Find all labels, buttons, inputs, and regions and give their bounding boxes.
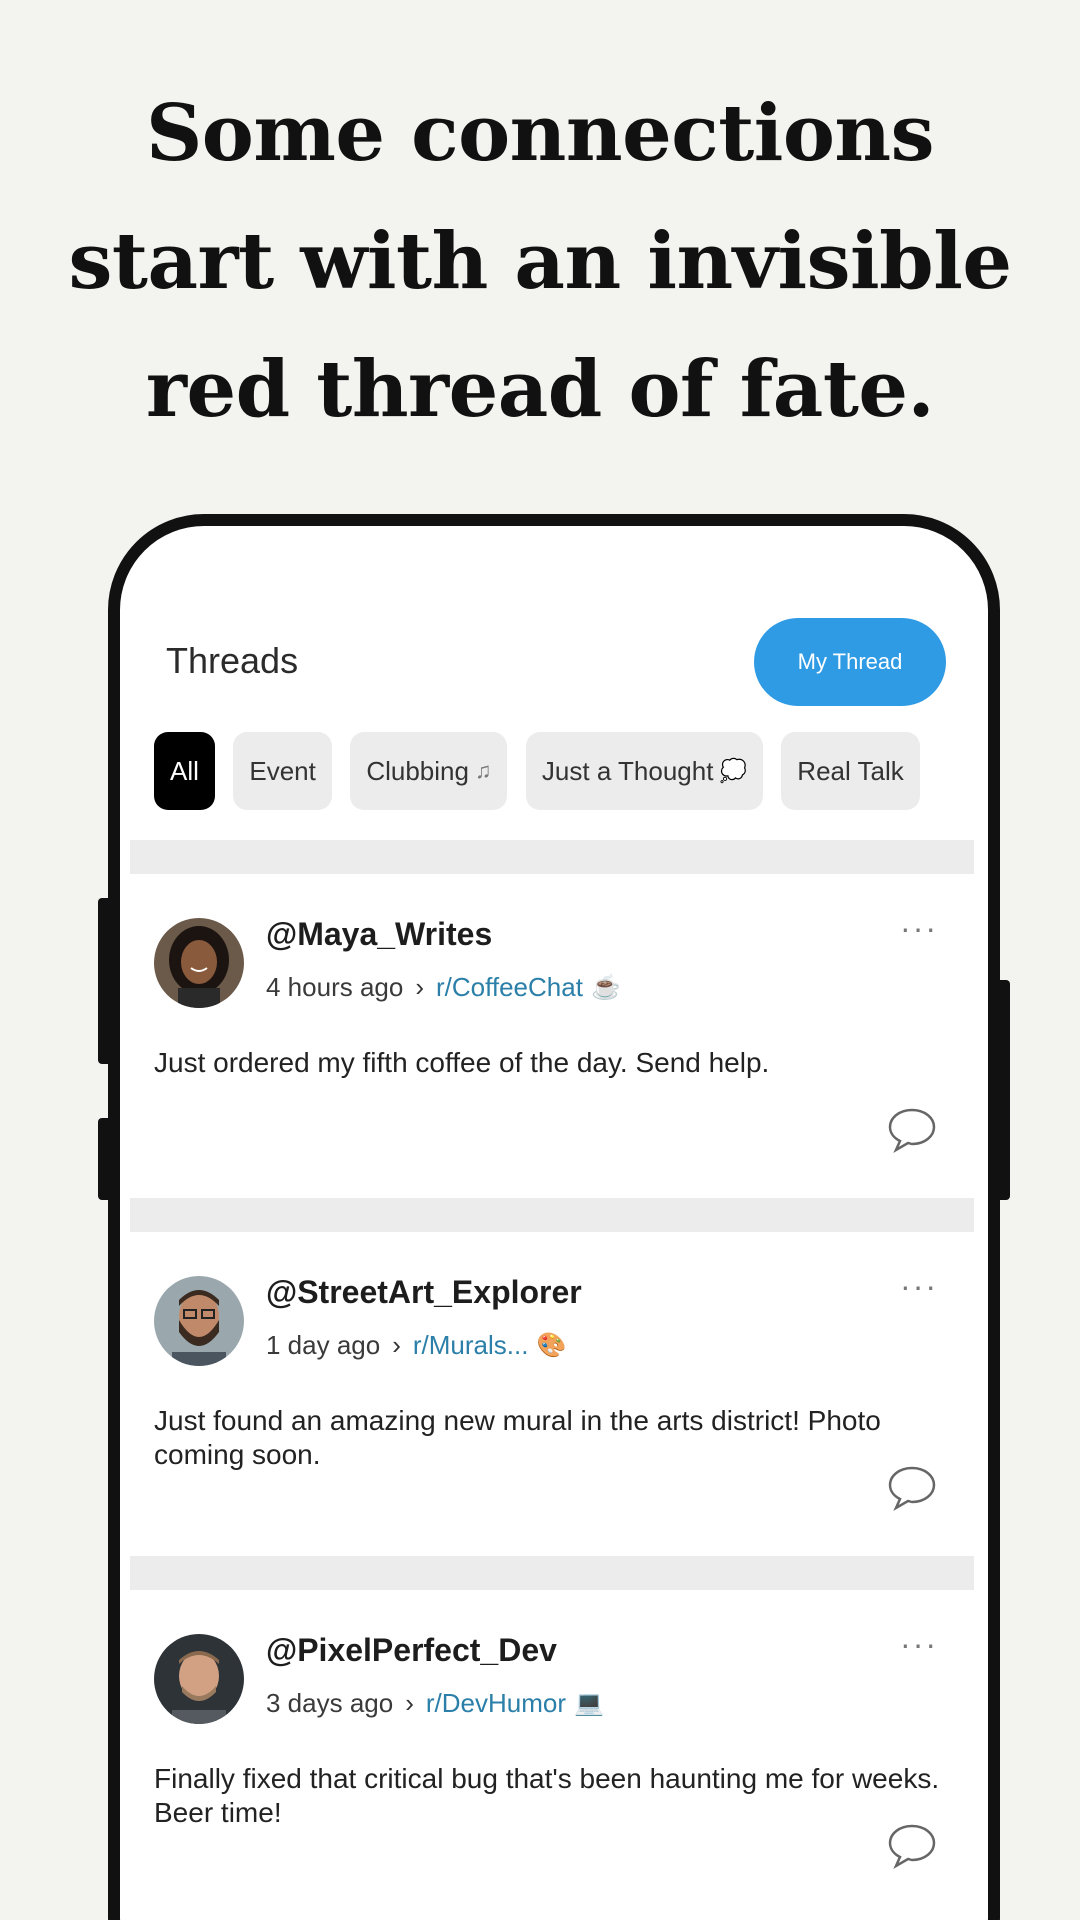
more-options-icon[interactable]: ··· (900, 910, 938, 947)
laptop-emoji-icon: 💻 (574, 1690, 604, 1717)
post-body: Just found an amazing new mural in the a… (154, 1405, 881, 1470)
headline-line-3: red thread of fate. (145, 344, 935, 435)
avatar[interactable] (154, 1634, 244, 1724)
post-meta: 3 days ago › r/DevHumor 💻 (266, 1688, 604, 1719)
coffee-emoji-icon: ☕ (590, 974, 621, 1001)
filter-chips: All Event Clubbing ♫ Just a Thought 💭 Re… (130, 732, 974, 840)
music-notes-icon: ♫ (474, 758, 492, 783)
filter-chip-clubbing[interactable]: Clubbing ♫ (350, 732, 508, 810)
post-meta: 1 day ago › r/Murals... 🎨 (266, 1330, 566, 1361)
headline: Some connections start with an invisible… (60, 70, 1020, 454)
more-options-icon[interactable]: ··· (900, 1626, 938, 1663)
post-subreddit-link[interactable]: r/CoffeeChat (436, 972, 583, 1003)
post-card[interactable]: @PixelPerfect_Dev 3 days ago › r/DevHumo… (130, 1590, 974, 1914)
post-subreddit-link[interactable]: r/Murals... (413, 1330, 529, 1361)
post-username[interactable]: @PixelPerfect_Dev (266, 1632, 557, 1669)
post-timestamp: 1 day ago (266, 1330, 381, 1360)
chevron-right-icon: › (392, 1330, 401, 1360)
phone-frame: Threads My Thread All Event Clubbing ♫ J… (108, 514, 1000, 1920)
chevron-right-icon: › (405, 1688, 414, 1718)
post-card[interactable]: @StreetArt_Explorer 1 day ago › r/Murals… (130, 1232, 974, 1556)
chevron-right-icon: › (415, 972, 424, 1002)
feed-divider (130, 840, 974, 874)
filter-chip-event[interactable]: Event (233, 732, 332, 810)
filter-chip-just-a-thought[interactable]: Just a Thought 💭 (525, 732, 763, 810)
post-timestamp: 4 hours ago (266, 972, 404, 1002)
post-meta: 4 hours ago › r/CoffeeChat ☕ (266, 972, 621, 1003)
palette-emoji-icon: 🎨 (536, 1332, 567, 1359)
filter-chip-label: Real Talk (797, 755, 904, 786)
headline-line-1: Some connections (145, 88, 935, 179)
filter-chip-label: Just a Thought (541, 755, 714, 786)
thought-bubble-icon: 💭 (719, 758, 747, 783)
post-body: Finally fixed that critical bug that's b… (154, 1763, 940, 1828)
filter-chip-label: All (170, 755, 199, 786)
post-card[interactable]: @Maya_Writes 4 hours ago › r/CoffeeChat … (130, 874, 974, 1198)
more-options-icon[interactable]: ··· (900, 1268, 938, 1305)
post-username[interactable]: @StreetArt_Explorer (266, 1274, 582, 1311)
comment-bubble-icon[interactable] (886, 1822, 938, 1870)
my-thread-button[interactable]: My Thread (754, 618, 946, 706)
avatar[interactable] (154, 1276, 244, 1366)
post-body: Just ordered my fifth coffee of the day.… (154, 1047, 770, 1078)
feed-divider (130, 1556, 974, 1590)
filter-chip-all[interactable]: All (154, 732, 215, 810)
post-subreddit-link[interactable]: r/DevHumor (426, 1688, 566, 1719)
comment-bubble-icon[interactable] (886, 1464, 938, 1512)
app-header: Threads My Thread (130, 606, 974, 732)
filter-chip-label: Clubbing (366, 755, 469, 786)
filter-chip-real-talk[interactable]: Real Talk (781, 732, 920, 810)
feed-divider (130, 1198, 974, 1232)
comment-bubble-icon[interactable] (886, 1106, 938, 1154)
post-username[interactable]: @Maya_Writes (266, 916, 492, 953)
post-timestamp: 3 days ago (266, 1688, 394, 1718)
headline-line-2: start with an invisible (68, 216, 1012, 307)
app-screen: Threads My Thread All Event Clubbing ♫ J… (130, 606, 974, 1914)
app-title: Threads (166, 640, 299, 681)
filter-chip-label: Event (249, 755, 316, 786)
avatar[interactable] (154, 918, 244, 1008)
